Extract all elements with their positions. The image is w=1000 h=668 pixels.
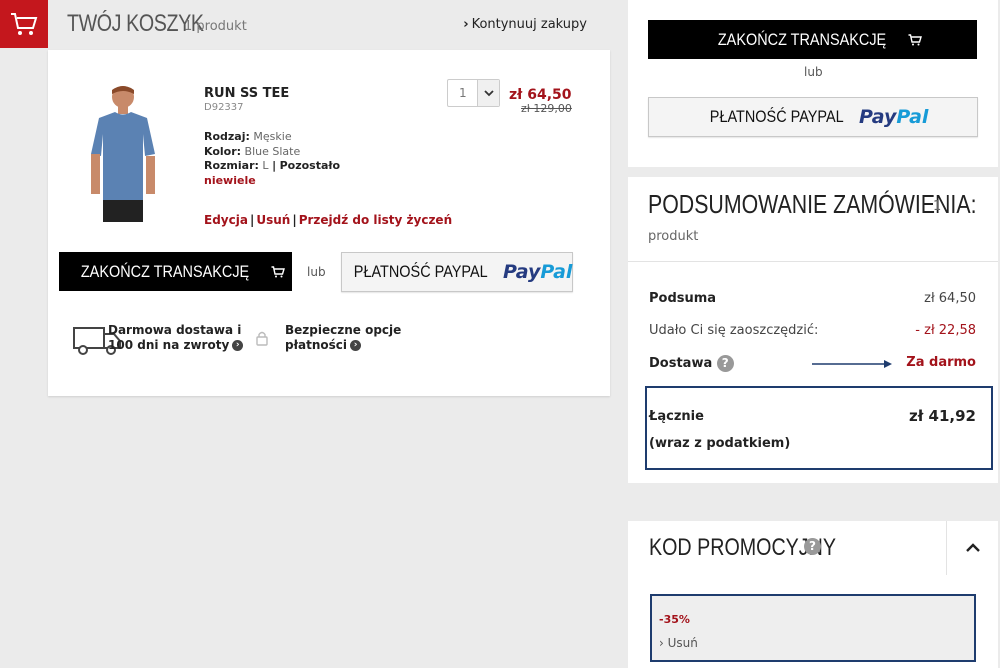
product-size: Rozmiar: L | Pozostało	[204, 159, 341, 172]
edit-link[interactable]: Edycja	[204, 213, 248, 227]
product-price: zł 64,50	[509, 87, 572, 103]
remove-promo-link[interactable]: › Usuń	[659, 636, 698, 650]
applied-promo-code: -35% › Usuń	[650, 594, 976, 662]
chevron-down-icon	[477, 80, 499, 106]
product-color: Kolor: Blue Slate	[204, 145, 301, 158]
arrow-right-icon	[812, 360, 892, 368]
paypal-logo: PayPal	[859, 106, 929, 128]
info-icon[interactable]: ›	[350, 340, 362, 351]
product-gender: Rodzaj: Męskie	[204, 130, 292, 143]
collapse-toggle[interactable]	[946, 521, 998, 575]
total-highlight	[645, 386, 993, 470]
info-icon[interactable]: ›	[232, 340, 244, 351]
paypal-logo: PayPal	[503, 261, 573, 283]
summary-title: PODSUMOWANIE ZAMÓWIENIA:	[648, 189, 977, 219]
product-sku: D92337	[204, 102, 244, 113]
chevron-right-icon: ›	[659, 636, 664, 650]
quantity-select[interactable]: 1	[447, 79, 500, 107]
tax-note: (wraz z podatkiem)	[649, 436, 791, 451]
cart-icon	[908, 33, 922, 45]
savings-value: - zł 22,58	[915, 323, 976, 338]
checkout-button[interactable]: ZAKOŃCZ TRANSAKCJĘ	[648, 20, 977, 59]
shopping-cart-icon	[11, 13, 38, 35]
subtotal-value: zł 64,50	[924, 291, 976, 306]
help-icon[interactable]: ?	[804, 538, 821, 555]
stock-warning: niewiele	[204, 174, 256, 187]
move-to-wishlist-link[interactable]: Przejdź do listy życzeń	[299, 213, 452, 227]
summary-count-word: produkt	[648, 229, 699, 244]
promo-code-value: -35%	[659, 613, 690, 626]
paypal-button[interactable]: PŁATNOŚĆ PAYPAL PayPal	[341, 252, 573, 292]
delivery-value: Za darmo	[906, 355, 976, 370]
total-label: Łącznie	[649, 409, 704, 424]
cart-badge	[0, 0, 48, 48]
chevron-right-icon: ›	[463, 17, 469, 32]
remove-link[interactable]: Usuń	[256, 213, 290, 227]
secure-payment-info: Bezpieczne opcje płatności ›	[285, 323, 402, 352]
free-delivery-info: Darmowa dostawa i 100 dni na zwroty ›	[108, 323, 244, 352]
cart-item-card: RUN SS TEE D92337 Rodzaj: Męskie Kolor: …	[48, 50, 610, 396]
product-name[interactable]: RUN SS TEE	[204, 86, 289, 101]
total-value: zł 41,92	[909, 407, 976, 425]
lock-icon	[256, 331, 268, 346]
subtotal-label: Podsuma	[649, 291, 717, 306]
product-image[interactable]	[83, 82, 163, 227]
or-separator: lub	[307, 265, 326, 279]
checkout-panel: ZAKOŃCZ TRANSAKCJĘ lub PŁATNOŚĆ PAYPAL P…	[628, 0, 998, 167]
chevron-up-icon	[965, 543, 980, 552]
checkout-button[interactable]: ZAKOŃCZ TRANSAKCJĘ	[59, 252, 292, 291]
or-separator: lub	[804, 65, 823, 79]
continue-shopping-link[interactable]: › Kontynuuj zakupy	[463, 17, 587, 32]
product-old-price: zł 129,00	[521, 102, 572, 115]
item-actions: Edycja | Usuń | Przejdź do listy życzeń	[204, 213, 453, 227]
help-icon[interactable]: ?	[716, 355, 734, 372]
promo-code-panel: KOD PROMOCYJNY ? -35% › Usuń	[628, 521, 998, 668]
summary-count: 1	[933, 199, 942, 214]
cart-icon	[271, 265, 285, 277]
delivery-label: Dostawa ?	[649, 355, 734, 372]
divider	[628, 261, 998, 262]
cart-item-count: 1 produkt	[184, 19, 247, 34]
order-summary: PODSUMOWANIE ZAMÓWIENIA: 1 produkt Podsu…	[628, 177, 998, 483]
cart-header: TWÓJ KOSZYK 1 produkt › Kontynuuj zakupy	[48, 0, 610, 48]
savings-label: Udało Ci się zaoszczędzić:	[649, 323, 819, 338]
paypal-button[interactable]: PŁATNOŚĆ PAYPAL PayPal	[648, 97, 978, 137]
